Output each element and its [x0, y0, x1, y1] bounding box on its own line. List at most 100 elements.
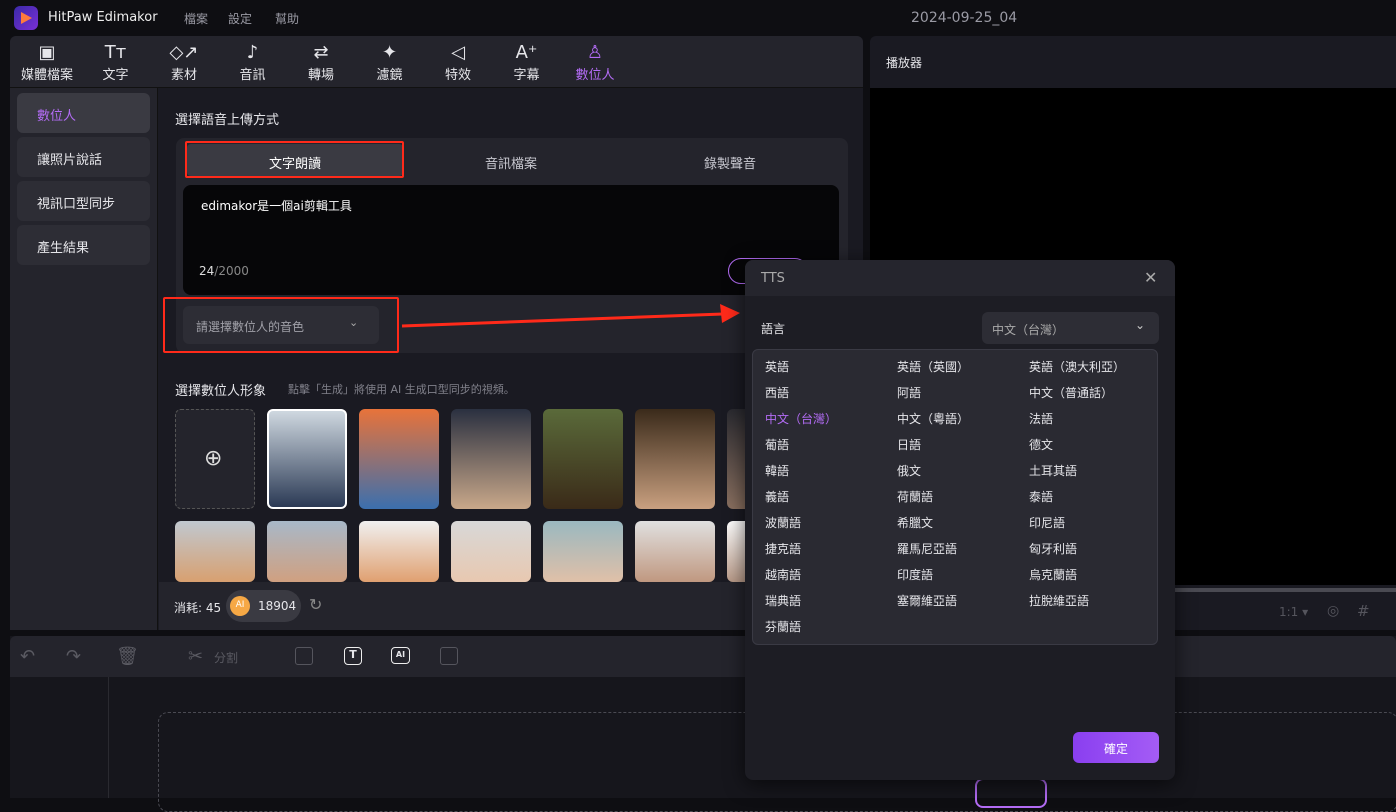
avatar-tile[interactable] [543, 409, 623, 509]
tab-text[interactable]: Tт 文字 [82, 42, 150, 83]
avatar-tile[interactable] [359, 409, 439, 509]
language-option[interactable]: 西語 [765, 384, 789, 401]
language-option[interactable]: 塞爾維亞語 [897, 592, 957, 609]
scissors-icon[interactable]: ✂ [188, 646, 203, 667]
language-option[interactable]: 土耳其語 [1029, 462, 1077, 479]
avatar-tile[interactable] [267, 521, 347, 582]
upload-avatar-button[interactable]: ⊕ [175, 409, 255, 509]
avatar-tile[interactable] [635, 521, 715, 582]
upload-method-title: 選擇語音上傳方式 [175, 113, 280, 128]
menu-settings[interactable]: 設定 [228, 10, 252, 27]
language-option[interactable]: 中文（粵語） [897, 410, 969, 427]
annotation-box-voice [163, 297, 399, 353]
avatar-tile[interactable] [359, 521, 439, 582]
effects-icon: ◁ [451, 42, 465, 63]
ai-subtitle-icon[interactable]: AI [391, 647, 410, 664]
language-option[interactable]: 羅馬尼亞語 [897, 540, 957, 557]
language-option[interactable]: 義語 [765, 488, 789, 505]
language-option[interactable]: 日語 [897, 436, 921, 453]
camera-icon[interactable]: ◎ [1327, 603, 1339, 619]
text-replace-icon[interactable] [295, 647, 313, 665]
avatar-tile[interactable] [451, 521, 531, 582]
sidebar-item-results[interactable]: 產生結果 [17, 225, 150, 265]
play-button[interactable] [975, 778, 1047, 808]
trash-icon[interactable]: 🗑 [116, 646, 139, 667]
language-option[interactable]: 匈牙利語 [1029, 540, 1077, 557]
language-option[interactable]: 俄文 [897, 462, 921, 479]
char-count: 24 [199, 264, 215, 278]
menu-help[interactable]: 幫助 [275, 10, 299, 27]
tab-elements[interactable]: ◇↗ 素材 [150, 42, 218, 83]
language-option[interactable]: 中文（台灣） [765, 410, 837, 427]
language-option[interactable]: 葡語 [765, 436, 789, 453]
language-option[interactable]: 泰語 [1029, 488, 1053, 505]
tool-label: 素材 [170, 68, 197, 83]
sidebar-item-avatar[interactable]: 數位人 [17, 93, 150, 133]
split-button[interactable]: 分割 [214, 649, 238, 666]
confirm-button[interactable]: 確定 [1073, 732, 1159, 763]
language-option[interactable]: 波蘭語 [765, 514, 801, 531]
language-option[interactable]: 捷克語 [765, 540, 801, 557]
language-option[interactable]: 印尼語 [1029, 514, 1065, 531]
text-value: edimakor是一個ai剪輯工具 [201, 199, 352, 213]
document-title: 2024-09-25_04 [911, 10, 1018, 26]
tab-effects[interactable]: ◁ 特效 [424, 42, 492, 83]
tab-audio[interactable]: ♪ 音訊 [219, 42, 287, 83]
tab-avatar[interactable]: ♙ 數位人 [561, 42, 629, 83]
language-option[interactable]: 越南語 [765, 566, 801, 583]
language-option[interactable]: 法語 [1029, 410, 1053, 427]
sidebar-item-talking-photo[interactable]: 讓照片說話 [17, 137, 150, 177]
refresh-icon[interactable]: ↻ [309, 595, 322, 614]
aspect-ratio-value: 1:1 [1279, 605, 1299, 619]
text-icon: Tт [104, 42, 127, 63]
language-option[interactable]: 英語（英國） [897, 358, 969, 375]
avatar-tile[interactable] [175, 521, 255, 582]
add-user-icon: ⊕ [204, 446, 223, 471]
tool-label: 音訊 [239, 68, 266, 83]
language-option[interactable]: 阿語 [897, 384, 921, 401]
menu-file[interactable]: 檔案 [184, 10, 208, 27]
tab-record-voice[interactable]: 錄製聲音 [622, 144, 838, 176]
tab-audio-file[interactable]: 音訊檔案 [403, 144, 619, 176]
language-option[interactable]: 韓語 [765, 462, 789, 479]
tts-title: TTS [761, 271, 785, 286]
language-option[interactable]: 德文 [1029, 436, 1053, 453]
language-option[interactable]: 瑞典語 [765, 592, 801, 609]
progress-bar[interactable] [1175, 588, 1396, 592]
language-option[interactable]: 烏克蘭語 [1029, 566, 1077, 583]
tab-transition[interactable]: ⇄ 轉場 [287, 42, 355, 83]
language-select[interactable]: 中文（台灣） ⌄ [982, 312, 1159, 344]
language-option[interactable]: 英語 [765, 358, 789, 375]
avatar-tile[interactable] [451, 409, 531, 509]
audio-icon: ♪ [246, 42, 259, 63]
avatar-icon: ♙ [586, 42, 604, 63]
tool-tabs: ▣ 媒體檔案 Tт 文字 ◇↗ 素材 ♪ 音訊 ⇄ 轉場 ✦ 濾鏡 ◁ 特效 A⁺ 字幕 ♙ 數位人 [10, 36, 863, 88]
language-option[interactable]: 中文（普通話） [1029, 384, 1113, 401]
language-label: 語言 [761, 322, 786, 336]
language-option[interactable]: 英語（澳大利亞） [1029, 358, 1125, 375]
export-icon[interactable] [440, 647, 458, 665]
undo-icon[interactable]: ↶ [20, 646, 35, 667]
tab-media[interactable]: ▣ 媒體檔案 [13, 42, 81, 83]
title-bar [0, 0, 1396, 36]
language-list: 英語 英語（英國） 英語（澳大利亞） 西語 阿語 中文（普通話） 中文（台灣） 中文（粵語） 法… [752, 349, 1158, 645]
language-option[interactable]: 荷蘭語 [897, 488, 933, 505]
grid-icon[interactable]: # [1357, 602, 1370, 620]
text-input[interactable]: edimakor是一個ai剪輯工具 24/2000 [183, 185, 839, 295]
avatar-tile[interactable] [635, 409, 715, 509]
avatar-tile[interactable] [543, 521, 623, 582]
coin-icon: AI [230, 596, 250, 616]
sidebar-item-lip-sync[interactable]: 視訊口型同步 [17, 181, 150, 221]
tab-subtitle[interactable]: A⁺ 字幕 [493, 42, 561, 83]
language-option[interactable]: 芬蘭語 [765, 618, 801, 635]
redo-icon[interactable]: ↷ [66, 646, 81, 667]
avatar-tile[interactable] [267, 409, 347, 509]
language-option[interactable]: 拉脫維亞語 [1029, 592, 1089, 609]
close-icon[interactable]: ✕ [1144, 268, 1157, 287]
aspect-ratio-select[interactable]: 1:1 ▾ [1279, 605, 1308, 619]
tab-filter[interactable]: ✦ 濾鏡 [356, 42, 424, 83]
filter-icon: ✦ [381, 42, 398, 63]
text-icon[interactable]: T [344, 647, 362, 665]
language-option[interactable]: 希臘文 [897, 514, 933, 531]
language-option[interactable]: 印度語 [897, 566, 933, 583]
